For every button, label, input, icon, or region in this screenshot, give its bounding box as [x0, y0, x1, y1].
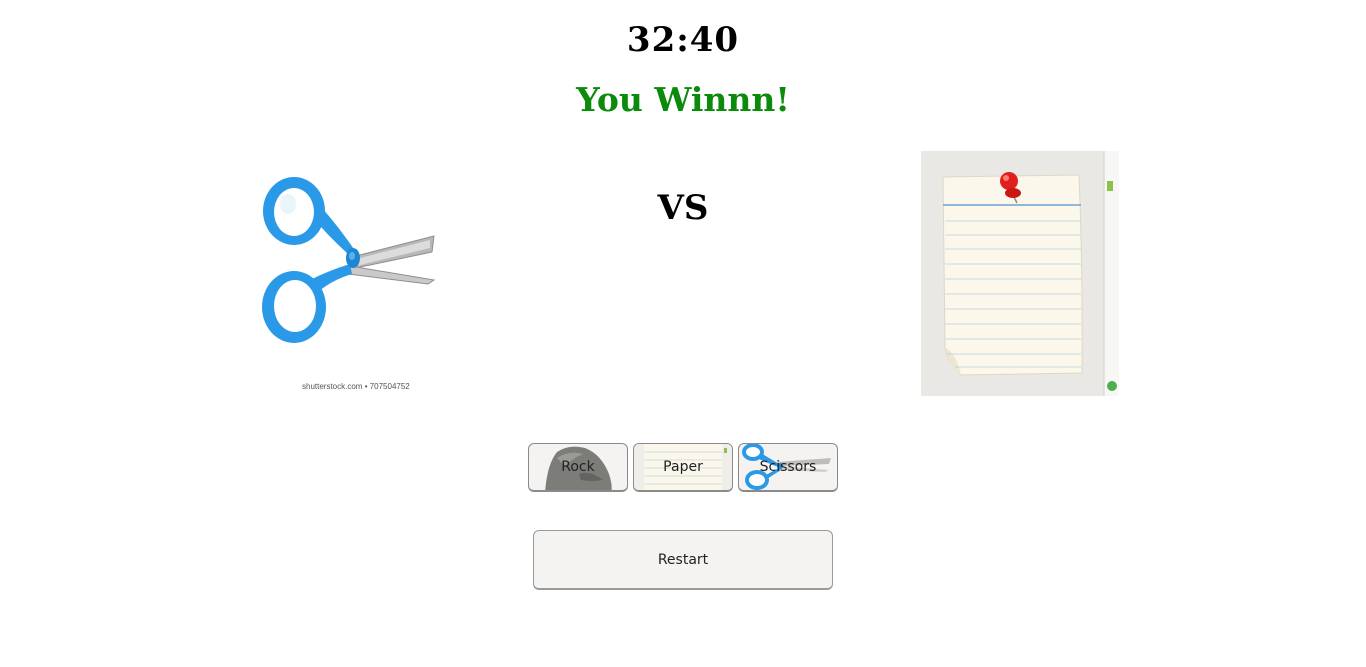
restart-button[interactable]: Restart: [533, 530, 833, 590]
versus-label: VS: [657, 188, 709, 228]
result-message: You Winnn!: [576, 80, 790, 119]
scissors-button-label: Scissors: [759, 459, 817, 475]
scissors-icon: [262, 177, 436, 343]
player-choice-image: shutterstock.com • 707504752: [248, 156, 448, 398]
game-timer: 32:40: [626, 20, 740, 60]
paper-icon: [921, 151, 1119, 396]
rock-button-label: Rock: [561, 459, 595, 475]
paper-button-label: Paper: [663, 459, 703, 475]
rock-button[interactable]: Rock: [528, 443, 628, 492]
image-watermark: shutterstock.com • 707504752: [302, 382, 410, 391]
computer-choice-image: [921, 151, 1119, 396]
choice-buttons: Rock Paper Scissors: [528, 443, 840, 493]
scissors-button[interactable]: Scissors: [738, 443, 838, 492]
paper-button[interactable]: Paper: [633, 443, 733, 492]
